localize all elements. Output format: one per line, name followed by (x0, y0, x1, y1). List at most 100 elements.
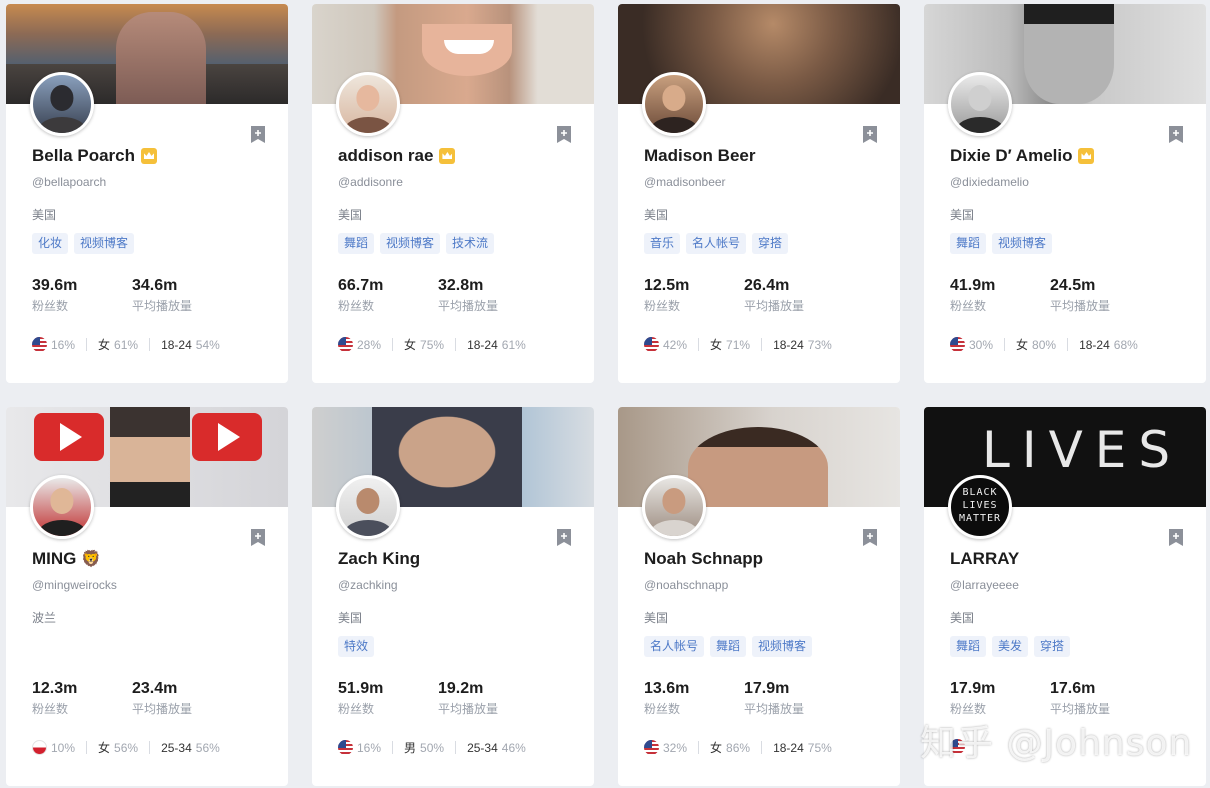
tag[interactable]: 美发 (992, 636, 1029, 657)
avatar[interactable] (336, 475, 400, 539)
creator-handle: @larrayeeee (950, 578, 1019, 592)
tag[interactable]: 穿搭 (1034, 636, 1071, 657)
followers-stat: 41.9m 粉丝数 (950, 277, 996, 313)
us-flag-icon (338, 337, 353, 352)
tag[interactable]: 穿搭 (752, 233, 789, 254)
crown-badge-icon (439, 148, 456, 164)
followers-stat: 13.6m 粉丝数 (644, 680, 690, 716)
creator-card[interactable]: Madison Beer @madisonbeer 美国 音乐 名人帐号 穿搭 … (618, 4, 900, 383)
us-flag-icon (644, 337, 659, 352)
avatar[interactable]: BLACK LIVES MATTER (948, 475, 1012, 539)
avg-views-stat: 34.6m 平均播放量 (132, 277, 193, 313)
followers-stat: 12.5m 粉丝数 (644, 277, 690, 313)
avg-views-stat: 17.6m 平均播放量 (1050, 680, 1111, 716)
creator-country: 美国 (338, 611, 363, 625)
tag-list: 舞蹈 视频博客 技术流 (338, 233, 495, 254)
tag[interactable]: 视频博客 (752, 636, 813, 657)
creator-country: 波兰 (32, 611, 57, 625)
creator-card[interactable]: Bella Poarch @bellapoarch 美国 化妆 视频博客 39.… (6, 4, 288, 383)
audience-demographics: 16% 女 61% 18-24 54% (32, 336, 220, 353)
avatar[interactable] (642, 72, 706, 136)
creator-name[interactable]: MING (32, 549, 76, 569)
creator-country: 美国 (644, 208, 669, 222)
creator-country: 美国 (950, 611, 975, 625)
bookmark-icon[interactable] (250, 126, 266, 143)
creator-country: 美国 (338, 208, 363, 222)
audience-demographics: 30% 女 80% 18-24 68% (950, 336, 1138, 353)
creator-card[interactable]: Dixie D′ Amelio @dixiedamelio 美国 舞蹈 视频博客… (924, 4, 1206, 383)
tag[interactable]: 技术流 (446, 233, 495, 254)
tag[interactable]: 视频博客 (74, 233, 135, 254)
tag-list: 名人帐号 舞蹈 视频博客 (644, 636, 813, 657)
watermark: 知乎 @Johnson (920, 723, 1193, 764)
avatar-text: BLACK LIVES MATTER (958, 487, 1002, 524)
avg-views-stat: 26.4m 平均播放量 (744, 277, 805, 313)
creator-name[interactable]: addison rae (338, 146, 433, 166)
followers-stat: 12.3m 粉丝数 (32, 680, 78, 716)
avg-views-stat: 23.4m 平均播放量 (132, 680, 193, 716)
lion-emoji-icon: 🦁 (81, 551, 102, 568)
tag[interactable]: 视频博客 (992, 233, 1053, 254)
avg-views-stat: 32.8m 平均播放量 (438, 277, 499, 313)
tag[interactable]: 音乐 (644, 233, 681, 254)
audience-demographics: 42% 女 71% 18-24 73% (644, 336, 832, 353)
tag-list: 舞蹈 美发 穿搭 (950, 636, 1071, 657)
tag-list: 特效 (338, 636, 375, 657)
audience-demographics: 28% 女 75% 18-24 61% (338, 336, 526, 353)
avatar[interactable] (336, 72, 400, 136)
tag[interactable]: 名人帐号 (686, 233, 747, 254)
creator-name[interactable]: Dixie D′ Amelio (950, 146, 1072, 166)
bookmark-icon[interactable] (556, 529, 572, 546)
avg-views-stat: 17.9m 平均播放量 (744, 680, 805, 716)
us-flag-icon (950, 337, 965, 352)
creator-card[interactable]: Noah Schnapp @noahschnapp 美国 名人帐号 舞蹈 视频博… (618, 407, 900, 786)
creator-name[interactable]: LARRAY (950, 549, 1019, 569)
tag[interactable]: 舞蹈 (710, 636, 747, 657)
us-flag-icon (32, 337, 47, 352)
avatar[interactable] (642, 475, 706, 539)
creator-handle: @bellapoarch (32, 175, 107, 189)
bookmark-icon[interactable] (556, 126, 572, 143)
tag[interactable]: 舞蹈 (950, 636, 987, 657)
bookmark-icon[interactable] (862, 126, 878, 143)
followers-stat: 17.9m 粉丝数 (950, 680, 996, 716)
avatar[interactable] (30, 475, 94, 539)
followers-stat: 51.9m 粉丝数 (338, 680, 384, 716)
bookmark-icon[interactable] (250, 529, 266, 546)
us-flag-icon (338, 740, 353, 755)
followers-stat: 66.7m 粉丝数 (338, 277, 384, 313)
avg-views-stat: 19.2m 平均播放量 (438, 680, 499, 716)
creator-handle: @madisonbeer (644, 175, 726, 189)
creator-name[interactable]: Noah Schnapp (644, 549, 763, 569)
creator-handle: @noahschnapp (644, 578, 729, 592)
audience-demographics: 16% 男 50% 25-34 46% (338, 739, 526, 756)
creator-name[interactable]: Zach King (338, 549, 420, 569)
bookmark-icon[interactable] (862, 529, 878, 546)
avatar[interactable] (30, 72, 94, 136)
creator-handle: @zachking (338, 578, 398, 592)
tag-list: 音乐 名人帐号 穿搭 (644, 233, 789, 254)
tag[interactable]: 舞蹈 (338, 233, 375, 254)
crown-badge-icon (141, 148, 157, 164)
tag[interactable]: 视频博客 (380, 233, 441, 254)
avg-views-stat: 24.5m 平均播放量 (1050, 277, 1111, 313)
crown-badge-icon (1078, 148, 1095, 164)
creator-country: 美国 (644, 611, 669, 625)
creator-name[interactable]: Bella Poarch (32, 146, 135, 166)
avatar[interactable] (948, 72, 1012, 136)
tag[interactable]: 名人帐号 (644, 636, 705, 657)
creator-card[interactable]: addison rae @addisonre 美国 舞蹈 视频博客 技术流 66… (312, 4, 594, 383)
tag[interactable]: 特效 (338, 636, 375, 657)
followers-stat: 39.6m 粉丝数 (32, 277, 78, 313)
creator-handle: @dixiedamelio (950, 175, 1029, 189)
bookmark-icon[interactable] (1168, 529, 1184, 546)
tag[interactable]: 化妆 (32, 233, 69, 254)
creator-card[interactable]: Zach King @zachking 美国 特效 51.9m 粉丝数 19.2m… (312, 407, 594, 786)
creator-name[interactable]: Madison Beer (644, 146, 755, 166)
tag-list: 化妆 视频博客 (32, 233, 135, 254)
tag[interactable]: 舞蹈 (950, 233, 987, 254)
creator-card[interactable]: MING 🦁 @mingweirocks 波兰 12.3m 粉丝数 23.4m 平均播… (6, 407, 288, 786)
poland-flag-icon (32, 740, 47, 755)
creator-country: 美国 (32, 208, 57, 222)
bookmark-icon[interactable] (1168, 126, 1184, 143)
